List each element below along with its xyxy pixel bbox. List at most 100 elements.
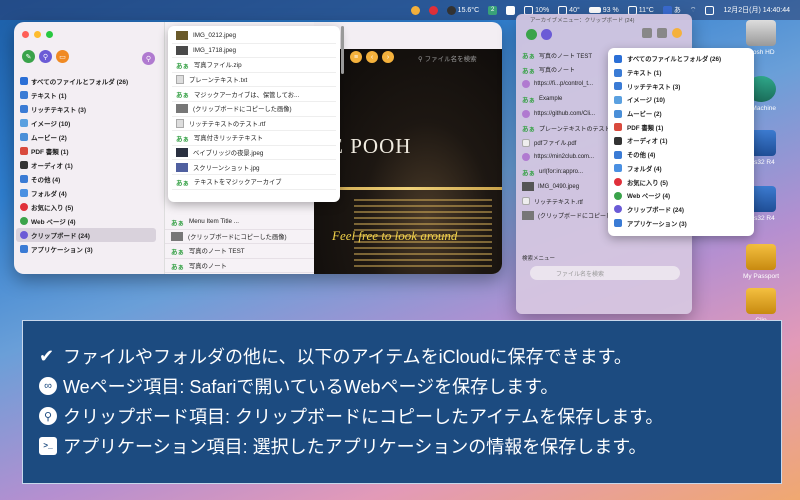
sidebar-item-movie[interactable]: ムービー (2)	[16, 130, 156, 144]
search-input[interactable]: ファイル名を検索	[530, 266, 680, 280]
clipboard-icon[interactable]	[541, 28, 552, 40]
category-item-folder[interactable]: フォルダ (4)	[614, 162, 748, 176]
category-item-movie[interactable]: ムービー (2)	[614, 107, 748, 121]
list-item[interactable]: IMG_0490.jpeg	[522, 179, 618, 194]
wifi-status[interactable]: ⌔	[690, 6, 697, 15]
mic-status[interactable]	[410, 5, 420, 15]
control-center[interactable]	[705, 5, 715, 15]
close-button[interactable]	[22, 31, 29, 38]
category-item-clipboard[interactable]: クリップボード (24)	[614, 203, 748, 217]
badge-status[interactable]: 2	[488, 5, 498, 15]
dropdown-item[interactable]: あぁ 写真ファイル.zip	[172, 58, 336, 73]
category-item-pdf[interactable]: PDF 書類 (1)	[614, 120, 748, 134]
desktop-clip[interactable]: Clip	[728, 288, 794, 324]
info-text: アプリケーション項目: 選択したアプリケーションの情報を保存します。	[63, 437, 647, 457]
scrollbar[interactable]	[341, 26, 344, 74]
sidebar-item-folder[interactable]: フォルダ (4)	[16, 186, 156, 200]
paperclip-icon: ⚲	[39, 407, 57, 425]
grid-icon[interactable]	[657, 28, 667, 38]
list-item[interactable]: あぁ 写真のノート TEST	[522, 48, 618, 63]
dropdown-item[interactable]: (クリップボードにコピーした画像)	[172, 102, 336, 117]
dropdown-item-label: ベイブリッジの夜景.jpeg	[193, 150, 264, 158]
search-menu-label: 検索メニュー	[522, 256, 556, 262]
search-input[interactable]: ⚲ ファイル名を検索	[418, 53, 477, 63]
list-item[interactable]: (クリップボードにコピーした画像)	[165, 230, 315, 245]
sidebar-item-label: すべてのファイルとフォルダ (26)	[31, 79, 129, 86]
dropdown-item[interactable]: ベイブリッジの夜景.jpeg	[172, 146, 336, 161]
list-item[interactable]: あぁ Example	[522, 92, 618, 107]
menu-icon[interactable]	[672, 28, 682, 38]
weather-icon	[446, 5, 456, 15]
category-item-webpage[interactable]: Web ページ (4)	[614, 189, 748, 203]
link-status[interactable]	[428, 5, 438, 15]
info-line: ∞ Weページ項目: Safariで開いているWebページを保存します。	[39, 371, 781, 401]
dropdown-item[interactable]: IMG_0212.jpeg	[172, 29, 336, 44]
clipboard-icon[interactable]: ⚲	[39, 50, 52, 63]
dropdown-item[interactable]: あぁ マジックアーカイブは、保管してお...	[172, 87, 336, 102]
back-icon[interactable]: ‹	[366, 51, 378, 63]
dropdown-item[interactable]: リッチテキストのテスト.rtf	[172, 117, 336, 132]
webpage-icon[interactable]	[526, 28, 537, 40]
list-item[interactable]: (クリップボードにコピーした画像)	[522, 209, 618, 224]
dropdown-item[interactable]: スクリーンショット.jpg	[172, 160, 336, 175]
category-item-other[interactable]: その他 (4)	[614, 148, 748, 162]
search-icon[interactable]: ⚲	[142, 52, 155, 65]
category-item-text[interactable]: テキスト (1)	[614, 66, 748, 80]
dropdown-item[interactable]: IMG_1718.jpeg	[172, 44, 336, 59]
chart-icon	[506, 5, 516, 15]
list-item[interactable]: https://fi...p/control_t...	[522, 77, 618, 92]
list-item-label: Example	[539, 96, 563, 103]
sidebar-item-image[interactable]: イメージ (10)	[16, 116, 156, 130]
link-icon: ∞	[39, 377, 57, 395]
sidebar-item-pdf[interactable]: PDF 書類 (1)	[16, 144, 156, 158]
sidebar: すべてのファイルとフォルダ (26) テキスト (1) リッチテキスト (3) …	[14, 74, 162, 256]
terminal-icon: >_	[39, 437, 57, 455]
list-item[interactable]: リッチテキスト.rtf	[522, 194, 618, 209]
sidebar-item-application[interactable]: アプリケーション (3)	[16, 242, 156, 256]
image-thumbnail	[176, 104, 188, 114]
sidebar-item-all[interactable]: すべてのファイルとフォルダ (26)	[16, 74, 156, 88]
dropdown-item[interactable]: あぁ 写真付きリッチテキスト	[172, 131, 336, 146]
minimize-button[interactable]	[34, 31, 41, 38]
list-item[interactable]: あぁ url(for:in:appro...	[522, 165, 618, 180]
sidebar-item-other[interactable]: その他 (4)	[16, 172, 156, 186]
category-item-all[interactable]: すべてのファイルとフォルダ (26)	[614, 52, 748, 66]
document-icon	[522, 138, 530, 147]
text-clip-icon: あぁ	[176, 135, 189, 143]
list-item[interactable]: あぁ 写真のノート	[165, 259, 315, 274]
sidebar-item-label: ムービー (2)	[31, 135, 67, 142]
sidebar-item-audio[interactable]: オーディオ (1)	[16, 158, 156, 172]
list-icon[interactable]: ≡	[350, 51, 362, 63]
zoom-button[interactable]	[46, 31, 53, 38]
app-box-icon[interactable]: ▭	[56, 50, 69, 63]
category-label: Web ページ (4)	[627, 193, 671, 201]
sidebar-item-text[interactable]: テキスト (1)	[16, 88, 156, 102]
weather-status[interactable]: 15.6°C	[446, 5, 479, 15]
list-item[interactable]: https://github.com/Cli...	[522, 106, 618, 121]
category-item-favorites[interactable]: お気に入り (5)	[614, 175, 748, 189]
sidebar-item-webpage[interactable]: Web ページ (4)	[16, 214, 156, 228]
sidebar-item-clipboard[interactable]: クリップボード (24)	[16, 228, 156, 242]
list-item[interactable]: あぁ プレーンテキストのテスト	[522, 121, 618, 136]
list-item[interactable]: あぁ 写真のノート TEST	[165, 244, 315, 259]
dropdown-item[interactable]: プレーンテキスト.txt	[172, 73, 336, 88]
list-item[interactable]: あぁ Menu Item Title ...	[165, 215, 315, 230]
category-item-image[interactable]: イメージ (10)	[614, 93, 748, 107]
chart-status[interactable]	[506, 5, 516, 15]
gallery-icon[interactable]	[642, 28, 652, 38]
webpage-icon[interactable]: ✎	[22, 50, 35, 63]
list-item[interactable]: pdfファイル.pdf	[522, 136, 618, 151]
sidebar-item-label: アプリケーション (3)	[31, 247, 93, 254]
list-item[interactable]: https://min2club.com...	[522, 150, 618, 165]
sidebar-item-richtext[interactable]: リッチテキスト (3)	[16, 102, 156, 116]
dropdown-item[interactable]: あぁ テキストをマジックアーカイブ	[172, 175, 336, 190]
clock[interactable]: 12月2日(月) 14:40:44	[723, 5, 790, 15]
category-item-richtext[interactable]: リッチテキスト (3)	[614, 79, 748, 93]
desktop-my-passport[interactable]: My Passport	[728, 244, 794, 280]
battery-status[interactable]: 93 %	[588, 7, 619, 14]
forward-icon[interactable]: ›	[382, 51, 394, 63]
category-item-audio[interactable]: オーディオ (1)	[614, 134, 748, 148]
category-item-application[interactable]: アプリケーション (3)	[614, 216, 748, 230]
sidebar-item-favorites[interactable]: お気に入り (5)	[16, 200, 156, 214]
list-item[interactable]: あぁ 写真のノート	[522, 63, 618, 78]
